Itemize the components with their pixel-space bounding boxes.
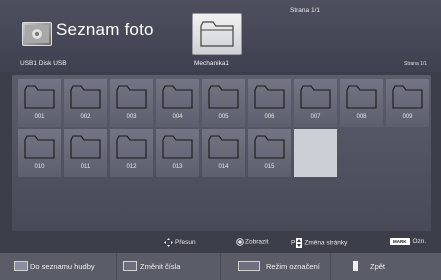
back-button[interactable]: Zpět — [331, 253, 441, 280]
current-folder-icon — [192, 13, 242, 55]
ok-circle-icon — [236, 238, 244, 246]
folder-tile-005[interactable]: 005 — [202, 79, 245, 127]
hint-bar: Přesun Zobrazit P Změna stránky MARK Ozn. — [0, 233, 441, 251]
folder-tile-007[interactable]: 007 — [294, 79, 337, 127]
device-label: USB1 Disk USB — [20, 60, 67, 67]
mark-key: MARK — [390, 238, 410, 245]
hint-page: P Změna stránky — [291, 238, 347, 248]
folder-number: 005 — [218, 114, 229, 120]
folder-icon — [254, 135, 285, 159]
folder-number: 011 — [80, 164, 91, 170]
current-folder-label: Mechanika1 — [194, 60, 230, 67]
change-numbers-button[interactable]: Změnit čísla — [117, 253, 221, 280]
folder-tile-004[interactable]: 004 — [156, 79, 199, 127]
green-key-swatch — [123, 261, 137, 271]
hint-show: Zobrazit — [236, 238, 268, 246]
hint-mark: MARK Ozn. — [390, 238, 426, 245]
hint-move-label: Přesun — [175, 239, 196, 247]
folder-number: 012 — [126, 164, 137, 170]
red-key-swatch — [14, 261, 28, 271]
folder-tile-008[interactable]: 008 — [340, 79, 383, 127]
folder-icon — [116, 85, 147, 109]
folder-number: 006 — [264, 114, 275, 120]
folder-icon — [208, 135, 239, 159]
folder-tile-015[interactable]: 015 — [248, 129, 291, 177]
hint-show-label: Zobrazit — [245, 238, 269, 246]
photo-folder-icon — [22, 22, 52, 46]
folder-tile-009[interactable]: 009 — [386, 79, 429, 127]
page-up-down-icon — [296, 238, 303, 248]
folder-number: 007 — [310, 114, 321, 120]
folder-tile-001[interactable]: 001 — [18, 79, 61, 127]
folder-icon — [70, 85, 101, 109]
folder-icon — [254, 85, 285, 109]
folder-icon — [392, 85, 423, 109]
folder-grid: 001 002 003 004 005 006 007 008 009 010 … — [12, 75, 431, 231]
folder-tile-006[interactable]: 006 — [248, 79, 291, 127]
folder-icon — [208, 85, 239, 109]
folder-number: 013 — [172, 164, 183, 170]
folder-tile-002[interactable]: 002 — [64, 79, 107, 127]
header: Seznam foto Strana 1/1 USB1 Disk USB Mec… — [0, 0, 441, 72]
folder-icon — [70, 135, 101, 159]
page-title: Seznam foto — [56, 20, 154, 39]
back-label: Zpět — [370, 262, 386, 271]
change-numbers-label: Změnit čísla — [140, 262, 181, 271]
folder-number: 014 — [218, 164, 229, 170]
four-way-arrows-icon — [164, 238, 173, 247]
folder-tile-014[interactable]: 014 — [202, 129, 245, 177]
folder-icon — [346, 85, 377, 109]
folder-icon — [24, 85, 55, 109]
folder-icon — [162, 85, 193, 109]
folder-number: 015 — [264, 164, 275, 170]
page-indicator-top: Strana 1/1 — [290, 7, 320, 14]
hint-mark-label: Ozn. — [412, 238, 427, 246]
folder-tile-013[interactable]: 013 — [156, 129, 199, 177]
hint-move: Přesun — [164, 238, 196, 247]
folder-icon — [24, 135, 55, 159]
folder-tile-012[interactable]: 012 — [110, 129, 153, 177]
folder-number: 010 — [34, 164, 45, 170]
mark-mode-button[interactable]: Režim označení — [221, 253, 331, 280]
folder-icon — [116, 135, 147, 159]
folder-icon — [300, 85, 331, 109]
color-button-bar: Do seznamu hudby Změnit čísla Režim ozna… — [0, 253, 441, 280]
folder-number: 003 — [126, 114, 137, 120]
folder-number: 008 — [356, 114, 367, 120]
yellow-key-swatch — [238, 261, 260, 271]
folder-number: 009 — [402, 114, 413, 120]
folder-tile-empty — [294, 129, 337, 177]
to-music-list-label: Do seznamu hudby — [30, 262, 95, 271]
page-key-prefix: P — [291, 239, 296, 247]
folder-tile-010[interactable]: 010 — [18, 129, 61, 177]
folder-number: 004 — [172, 114, 183, 120]
blue-key-swatch — [353, 261, 358, 271]
folder-icon — [162, 135, 193, 159]
folder-number: 001 — [34, 114, 45, 120]
folder-number: 002 — [80, 114, 91, 120]
folder-tile-011[interactable]: 011 — [64, 129, 107, 177]
hint-page-label: Změna stránky — [304, 239, 348, 247]
photo-list-screen: Seznam foto Strana 1/1 USB1 Disk USB Mec… — [0, 0, 441, 280]
to-music-list-button[interactable]: Do seznamu hudby — [0, 253, 117, 280]
mark-mode-label: Režim označení — [266, 262, 320, 271]
folder-tile-003[interactable]: 003 — [110, 79, 153, 127]
page-indicator-right: Strana 1/1 — [404, 61, 428, 67]
